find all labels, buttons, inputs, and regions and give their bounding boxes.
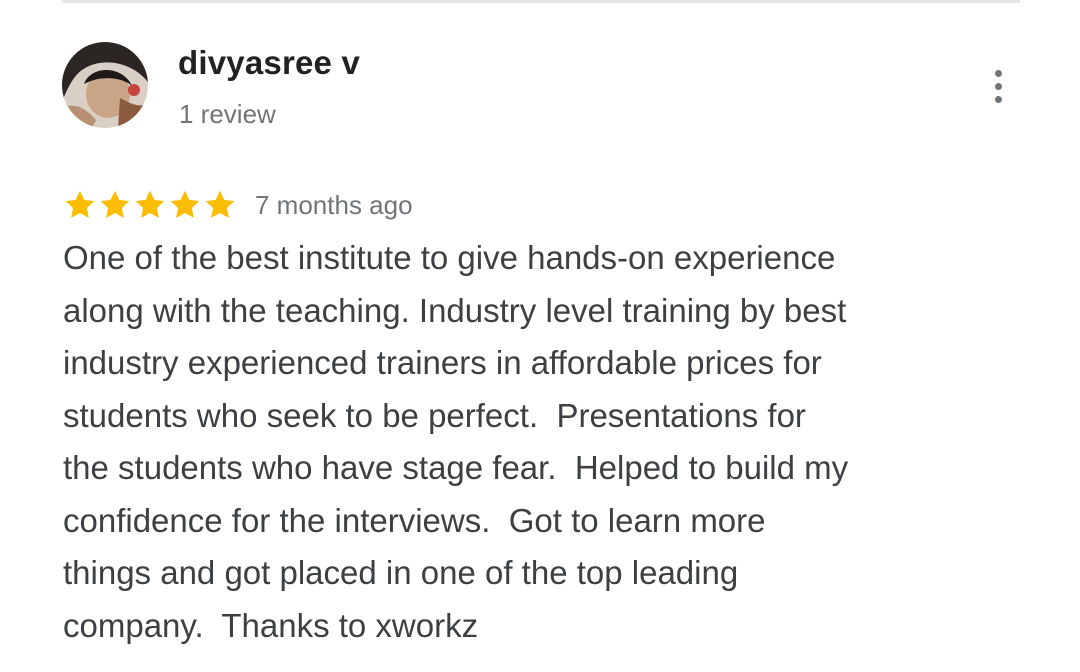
review-text-line: students who seek to be perfect. Present… xyxy=(63,396,806,434)
review-text-line: industry experienced trainers in afforda… xyxy=(63,344,822,381)
avatar-photo xyxy=(62,42,148,128)
review-text: One of the best institute to give hands-… xyxy=(63,232,993,652)
rating-row: 7 months ago xyxy=(62,184,413,226)
review-text-line: confidence for the interviews. Got to le… xyxy=(63,501,766,539)
reviewer-review-count: 1 review xyxy=(179,99,276,129)
top-divider xyxy=(62,0,1020,3)
review-text-line: along with the teaching. Industry level … xyxy=(63,291,847,329)
star-icon xyxy=(170,190,200,218)
reviewer-name[interactable]: divyasree v xyxy=(178,44,360,82)
star-icon xyxy=(65,190,95,218)
review-text-line: One of the best institute to give hands-… xyxy=(63,239,836,276)
review-timestamp: 7 months ago xyxy=(255,189,413,220)
review-text-line: the students who have stage fear. Helped… xyxy=(63,449,849,486)
review-text-line: company. Thanks to xworkz xyxy=(63,606,479,644)
star-icon xyxy=(135,190,165,218)
star-icon xyxy=(100,190,130,218)
star-icon xyxy=(205,190,235,218)
star-rating xyxy=(62,187,237,223)
more-vert-icon xyxy=(994,69,1002,77)
more-options-button[interactable] xyxy=(980,64,1016,108)
more-vert-icon-dot xyxy=(994,95,1002,103)
more-vert-icon-dot xyxy=(994,82,1002,90)
review-text-line: things and got placed in one of the top … xyxy=(63,554,739,591)
avatar[interactable] xyxy=(62,42,148,128)
